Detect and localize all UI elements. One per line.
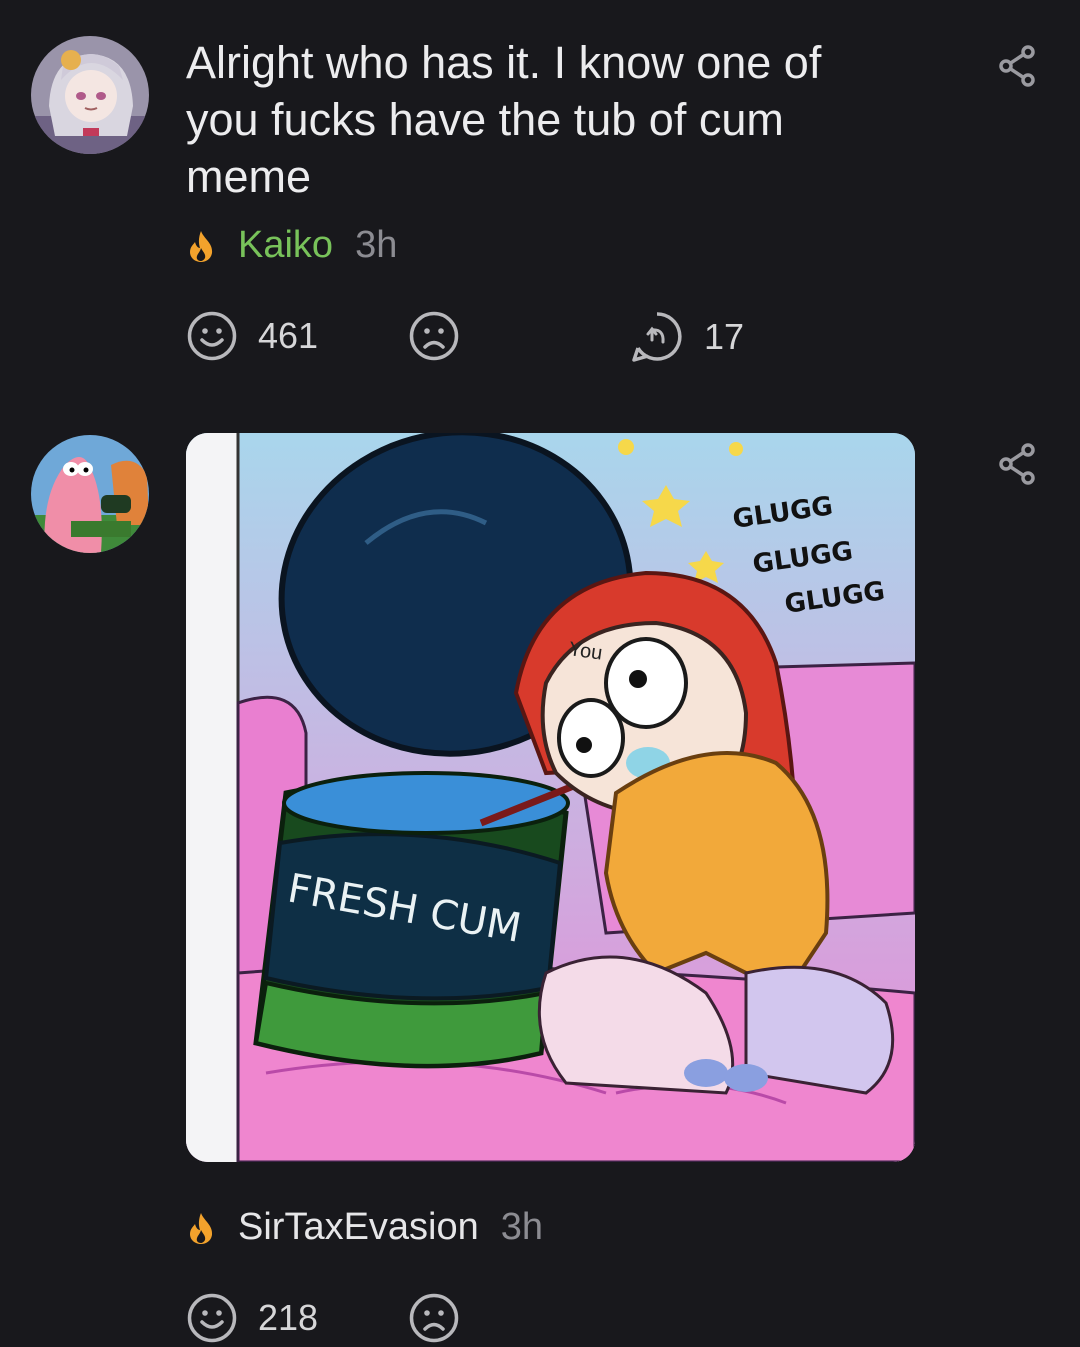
reply-icon [632,312,682,362]
frown-icon [409,1293,459,1343]
flame-icon [190,230,213,262]
like-button[interactable]: 218 [186,1292,318,1344]
reply-image[interactable]: You GLUGG GLUGG GLUGG FRESH CUM [186,433,915,1162]
dislike-button[interactable] [408,310,460,362]
post-text: Alright who has it. I know one of you fu… [186,37,822,202]
smile-icon [187,311,237,361]
like-count: 218 [258,1297,319,1338]
share-icon[interactable] [994,42,1042,90]
like-count: 461 [258,315,319,356]
post-author-row: Kaiko 3h [186,224,397,267]
share-icon[interactable] [994,440,1042,488]
reply-author-row: SirTaxEvasion 3h [186,1206,543,1249]
post-author-avatar[interactable] [31,36,149,154]
reply-timestamp: 3h [500,1206,544,1248]
flame-icon [190,1212,213,1244]
dislike-button[interactable] [408,1292,460,1344]
meme-label-you: You [567,638,603,664]
reply-author-name[interactable]: SirTaxEvasion [238,1206,479,1249]
smile-icon [187,1293,237,1343]
post-timestamp: 3h [355,224,398,266]
reply-author-avatar[interactable] [31,435,149,553]
like-button[interactable]: 461 [186,310,318,362]
reply-button[interactable]: 17 [630,310,744,364]
reply-count: 17 [704,316,745,357]
frown-icon [409,311,459,361]
post-author-name[interactable]: Kaiko [238,224,333,267]
